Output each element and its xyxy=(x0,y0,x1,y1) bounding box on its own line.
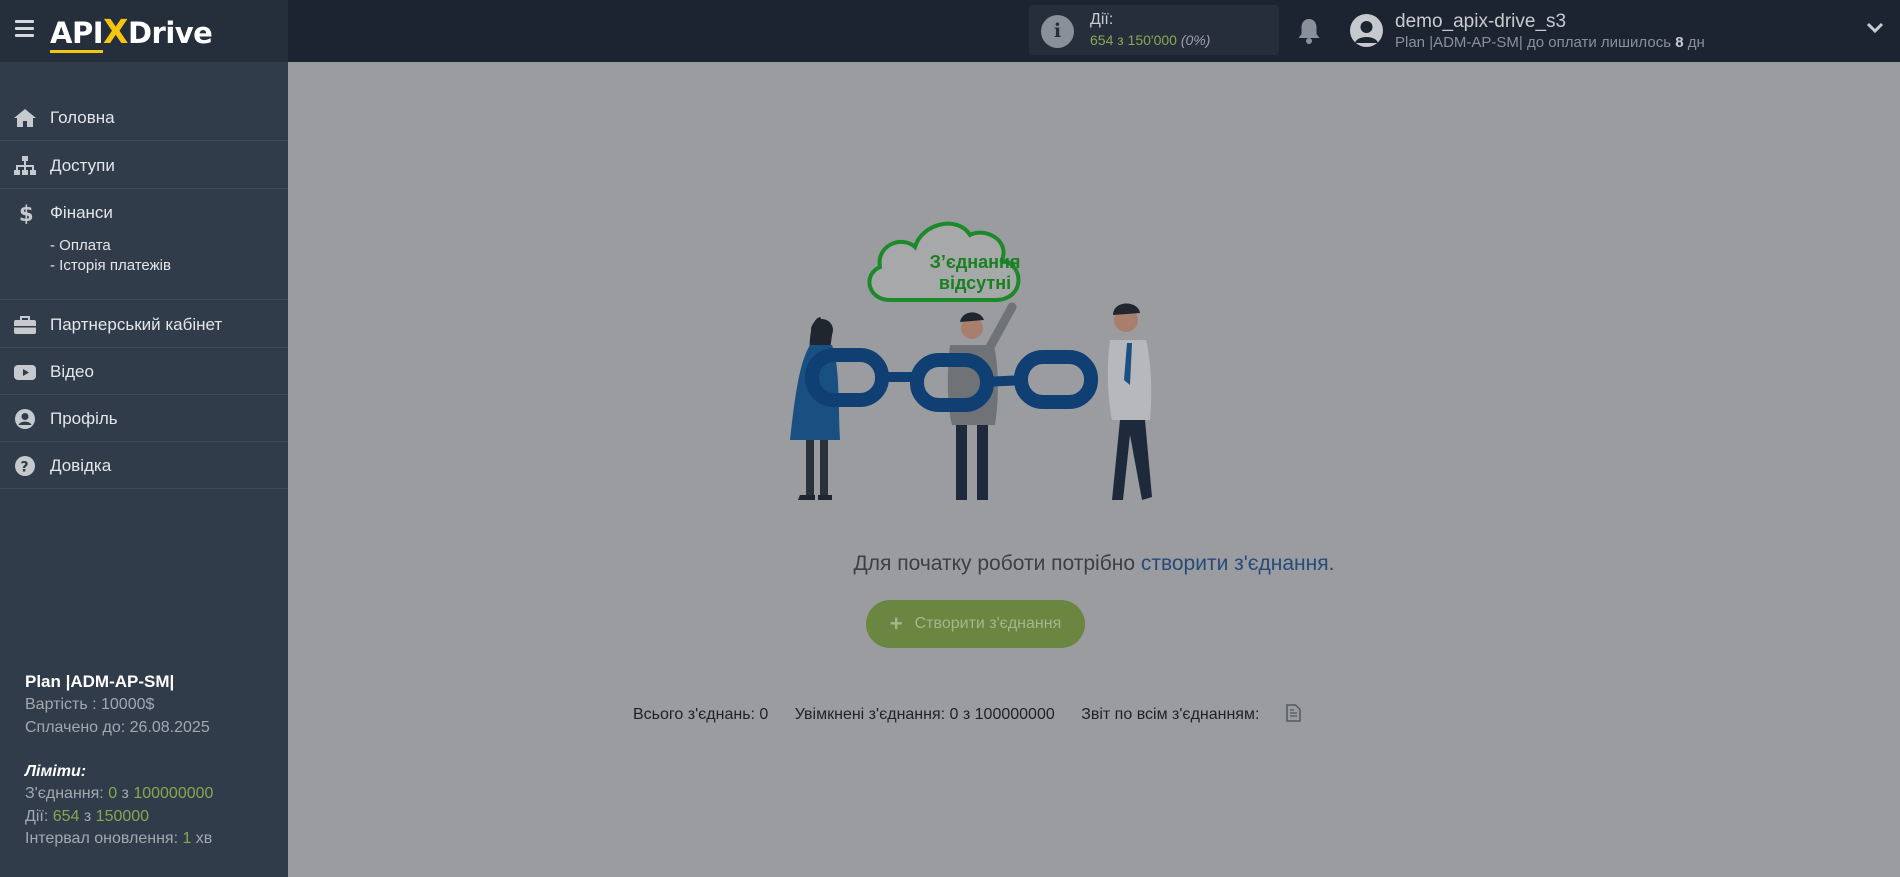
sidebar-item-label: Довідка xyxy=(50,456,112,475)
sidebar-item-profile[interactable]: Профіль xyxy=(0,395,288,442)
svg-text:$: $ xyxy=(19,202,34,224)
plan-title: Plan |ADM-AP-SM| xyxy=(25,672,175,691)
logo-area: APIXDrive xyxy=(0,0,288,62)
cloud-text-1: З’єднання xyxy=(930,252,1021,272)
limits-actions-sep: з xyxy=(79,807,96,825)
cloud-icon: З’єднання відсутні xyxy=(867,221,1021,302)
sidebar-item-label: Профіль xyxy=(50,409,118,428)
sidebar-item-label: Фінанси xyxy=(50,203,113,222)
logo-text-x: X xyxy=(103,12,128,51)
sidebar-item-label: Доступи xyxy=(50,156,115,175)
actions-percent: (0%) xyxy=(1180,32,1211,48)
sidebar-item-home[interactable]: Головна xyxy=(0,94,288,141)
stats-enabled: Увімкнені з'єднання: 0 з 100000000 xyxy=(794,706,1055,723)
top-header: APIXDrive i Дії: 654 з 150'000 (0%) demo… xyxy=(0,0,1900,62)
plan-cost: Вартість : 10000$ xyxy=(25,696,155,713)
intro-suffix: . xyxy=(1328,552,1335,575)
limits-actions: Дії: 654 з 150000 xyxy=(25,806,275,829)
intro-text: Для початку роботи потрібно xyxy=(853,552,1141,575)
actions-count: 654 з 150'000 xyxy=(1090,32,1177,48)
plus-icon: + xyxy=(889,611,903,636)
person-left-illustration xyxy=(790,317,840,500)
limits-interval-label: Інтервал оновлення: xyxy=(25,830,183,847)
create-connection-link[interactable]: створити з'єднання xyxy=(1141,552,1329,575)
limits-interval: Інтервал оновлення: 1 хв xyxy=(25,828,275,851)
sidebar-item-finance[interactable]: $ Фінанси - Оплата - Історія платежів xyxy=(0,189,288,300)
intro-message: Для початку роботи потрібно створити з'є… xyxy=(0,552,1900,576)
plan-paid-until: Сплачено до: 26.08.2025 xyxy=(25,718,210,736)
user-name[interactable]: demo_apix-drive_s3 xyxy=(1395,11,1566,33)
briefcase-icon xyxy=(14,316,36,334)
svg-text:?: ? xyxy=(21,460,29,476)
sidebar-item-help[interactable]: ? Довідка xyxy=(0,442,288,489)
create-connection-button[interactable]: + Створити з'єднання xyxy=(866,600,1085,648)
limits-actions-max: 150000 xyxy=(95,807,150,825)
limits-connections-sep: з xyxy=(117,785,134,802)
create-connection-button-label: Створити з'єднання xyxy=(914,615,1062,632)
sidebar-subitem-payment[interactable]: - Оплата xyxy=(50,237,111,254)
sidebar: Головна Доступи $ Фінанси - Оплата - Іст… xyxy=(0,62,288,877)
home-icon xyxy=(14,109,36,127)
stats-report-label: Звіт по всім з'єднанням: xyxy=(1081,706,1260,723)
actions-title: Дії: xyxy=(1090,11,1114,28)
apix-drive-logo[interactable]: APIXDrive xyxy=(50,12,213,53)
stats-report: Звіт по всім з'єднанням: xyxy=(1081,704,1301,723)
limits-interval-unit: хв xyxy=(191,830,213,847)
limits-actions-label: Дії: xyxy=(25,807,53,825)
limits-actions-used: 654 xyxy=(52,807,80,825)
empty-connections-illustration: З’єднання відсутні xyxy=(790,221,1152,500)
limits-connections: З'єднання: 0 з 100000000 xyxy=(25,783,275,806)
sidebar-subitem-payment-history[interactable]: - Історія платежів xyxy=(50,257,171,274)
actions-counter[interactable]: i Дії: 654 з 150'000 (0%) xyxy=(1029,5,1279,55)
user-avatar-icon[interactable] xyxy=(1350,14,1383,47)
menu-toggle-icon[interactable] xyxy=(15,20,34,38)
limits-connections-used: 0 xyxy=(108,785,118,802)
sidebar-item-label: Партнерський кабінет xyxy=(50,315,223,334)
dollar-icon: $ xyxy=(19,202,34,224)
actions-value: 654 з 150'000 (0%) xyxy=(1090,32,1210,48)
info-icon: i xyxy=(1041,15,1074,48)
user-plan-days: 8 xyxy=(1675,34,1684,51)
connection-stats: Всього з'єднань: 0 Увімкнені з'єднання: … xyxy=(633,704,1323,724)
chevron-down-icon[interactable] xyxy=(1866,22,1884,34)
sitemap-icon xyxy=(14,156,36,175)
document-icon[interactable] xyxy=(1286,704,1301,722)
logo-text-api: API xyxy=(50,16,104,53)
youtube-icon xyxy=(14,365,36,380)
user-circle-icon xyxy=(15,409,35,429)
cloud-text-2: відсутні xyxy=(939,273,1011,293)
sidebar-item-access[interactable]: Доступи xyxy=(0,142,288,189)
user-plan-info: Plan |ADM-AP-SM| до оплати лишилось 8 дн xyxy=(1395,34,1705,51)
sidebar-item-label: Відео xyxy=(50,362,94,381)
limits-connections-max: 100000000 xyxy=(133,785,214,802)
question-circle-icon: ? xyxy=(15,456,35,476)
bell-icon[interactable] xyxy=(1296,17,1322,45)
sidebar-item-video[interactable]: Відео xyxy=(0,348,288,395)
limits-title: Ліміти: xyxy=(25,763,87,780)
sidebar-item-partner[interactable]: Партнерський кабінет xyxy=(0,301,288,348)
person-right-illustration xyxy=(1107,303,1152,500)
plan-summary: Plan |ADM-AP-SM| Вартість : 10000$ Сплач… xyxy=(25,672,275,851)
stats-total: Всього з'єднань: 0 xyxy=(633,706,769,723)
sidebar-item-label: Головна xyxy=(50,108,115,127)
limits-connections-label: З'єднання: xyxy=(25,785,109,802)
logo-text-drive: Drive xyxy=(127,16,213,50)
user-plan-days-unit: дн xyxy=(1683,34,1705,51)
user-plan-text: Plan |ADM-AP-SM| до оплати лишилось xyxy=(1395,34,1676,51)
